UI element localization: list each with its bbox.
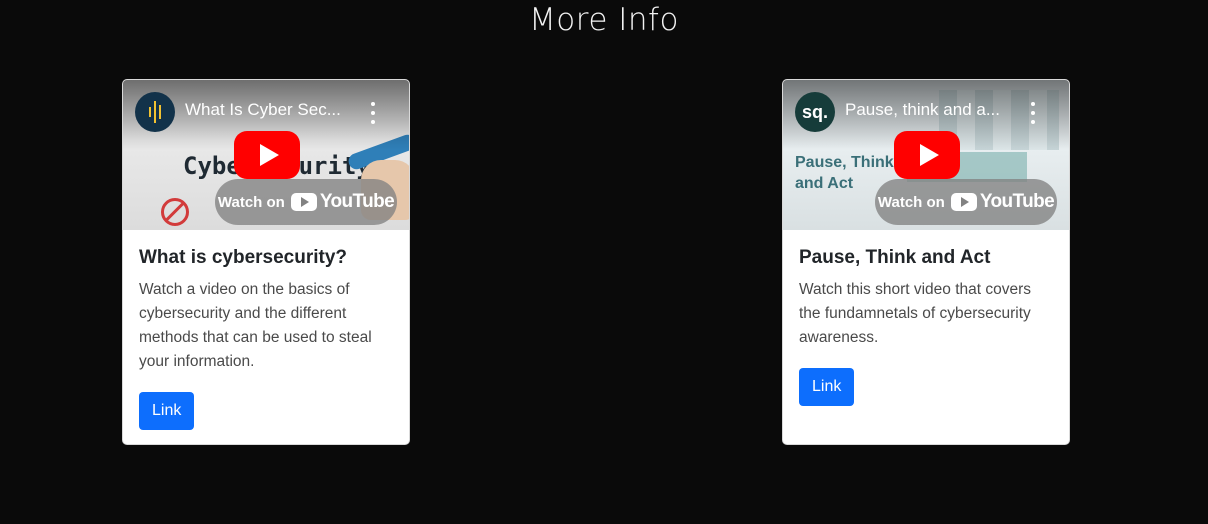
- card-body: Pause, Think and Act Watch this short vi…: [783, 230, 1069, 406]
- channel-avatar[interactable]: [135, 92, 175, 132]
- prohibited-icon: [161, 198, 189, 226]
- watch-on-label: Watch on: [217, 193, 285, 211]
- video-title[interactable]: Pause, think and a...: [845, 100, 1025, 120]
- youtube-play-icon: [950, 193, 977, 211]
- play-icon: [259, 144, 279, 166]
- link-button[interactable]: Link: [139, 392, 195, 430]
- card-title: Pause, Think and Act: [799, 247, 991, 268]
- video-embed[interactable]: Pause, Think and Act sq. Pause, think an…: [783, 80, 1069, 230]
- section-title: More Info: [529, 2, 679, 38]
- youtube-play-icon: [290, 193, 317, 211]
- info-card-pause-think-act: Pause, Think and Act sq. Pause, think an…: [782, 79, 1070, 445]
- more-options-icon[interactable]: [369, 102, 377, 124]
- card-title: What is cybersecurity?: [139, 247, 348, 268]
- watch-on-youtube-button[interactable]: Watch on YouTube: [875, 179, 1057, 225]
- video-embed[interactable]: Cybersecurity? What Is Cyber Sec... Watc…: [123, 80, 409, 230]
- youtube-logo: YouTube: [290, 191, 395, 213]
- play-button[interactable]: [894, 131, 960, 179]
- link-button[interactable]: Link: [799, 368, 855, 406]
- info-card-cybersecurity: Cybersecurity? What Is Cyber Sec... Watc…: [122, 79, 410, 445]
- play-icon: [919, 144, 939, 166]
- play-button[interactable]: [234, 131, 300, 179]
- youtube-logo: YouTube: [950, 191, 1055, 213]
- card-text: Watch this short video that covers the f…: [799, 281, 1032, 346]
- video-title[interactable]: What Is Cyber Sec...: [185, 100, 365, 120]
- channel-logo-icon: [149, 101, 161, 123]
- more-options-icon[interactable]: [1029, 102, 1037, 124]
- youtube-wordmark: YouTube: [319, 191, 395, 212]
- watch-on-youtube-button[interactable]: Watch on YouTube: [215, 179, 397, 225]
- channel-avatar[interactable]: sq.: [795, 92, 835, 132]
- card-text: Watch a video on the basics of cybersecu…: [139, 281, 372, 370]
- card-body: What is cybersecurity? Watch a video on …: [123, 230, 409, 430]
- youtube-wordmark: YouTube: [979, 191, 1055, 212]
- watch-on-label: Watch on: [877, 193, 945, 211]
